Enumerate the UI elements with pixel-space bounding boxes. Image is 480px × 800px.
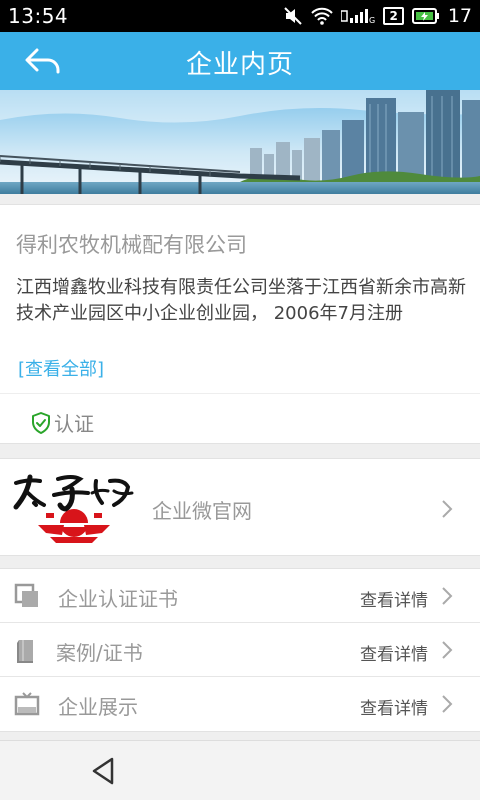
- certified-label: 认证: [54, 412, 94, 436]
- menu-label: 案例/证书: [56, 641, 143, 665]
- chevron-right-icon: [442, 641, 453, 659]
- company-description: 江西增鑫牧业科技有限责任公司坐落于江西省新余市高新技术产业园区中小企业创业园， …: [16, 277, 466, 324]
- page-title: 企业内页: [185, 50, 294, 80]
- menu-label: 企业展示: [58, 695, 138, 719]
- app-bar: 企业内页: [0, 32, 480, 90]
- status-bar: 13:54 G 2 17: [0, 0, 480, 32]
- nav-back-icon[interactable]: [88, 755, 120, 787]
- chevron-right-icon: [442, 500, 453, 518]
- mute-icon: [283, 6, 303, 26]
- sim-badge: 2: [383, 7, 404, 25]
- menu-label: 企业认证证书: [58, 587, 178, 611]
- menu-item-certificates[interactable]: 企业认证证书 查看详情: [0, 569, 480, 623]
- status-time: 13:54: [8, 4, 69, 28]
- status-icons: G 2 17: [283, 4, 472, 28]
- wifi-icon: [311, 7, 334, 25]
- shield-check-icon: [32, 411, 50, 434]
- battery-icon: [411, 8, 440, 24]
- menu-item-cases[interactable]: 案例/证书 查看详情: [0, 623, 480, 677]
- certificate-icon: [14, 583, 38, 607]
- view-details-link[interactable]: 查看详情: [360, 586, 428, 611]
- chevron-right-icon: [442, 587, 453, 605]
- view-details-link[interactable]: 查看详情: [360, 640, 428, 665]
- menu-item-showcase[interactable]: 企业展示 查看详情: [0, 677, 480, 731]
- signal-icon: G: [341, 8, 375, 24]
- battery-level: 17: [447, 5, 472, 27]
- certified-badge: 认证: [30, 408, 94, 437]
- view-details-link[interactable]: 查看详情: [360, 694, 428, 719]
- banner-image: [0, 90, 480, 194]
- navigation-bar: [0, 740, 480, 800]
- svg-text:G: G: [369, 16, 375, 24]
- menu-list: 企业认证证书 查看详情 案例/证书 查看详情 企业展示 查看详情: [0, 568, 480, 732]
- certification-row: 认证: [0, 393, 480, 445]
- chevron-right-icon: [442, 695, 453, 713]
- display-icon: [14, 692, 40, 716]
- view-all-link[interactable]: [查看全部]: [18, 355, 104, 381]
- company-name: 得利农牧机械配有限公司: [16, 233, 247, 257]
- company-info-card: 得利农牧机械配有限公司 江西增鑫牧业科技有限责任公司坐落于江西省新余市高新技术产…: [0, 204, 480, 444]
- microsite-row[interactable]: 企业微官网: [0, 458, 480, 556]
- company-logo: [10, 473, 138, 545]
- book-icon: [17, 640, 33, 663]
- microsite-label: 企业微官网: [152, 499, 252, 523]
